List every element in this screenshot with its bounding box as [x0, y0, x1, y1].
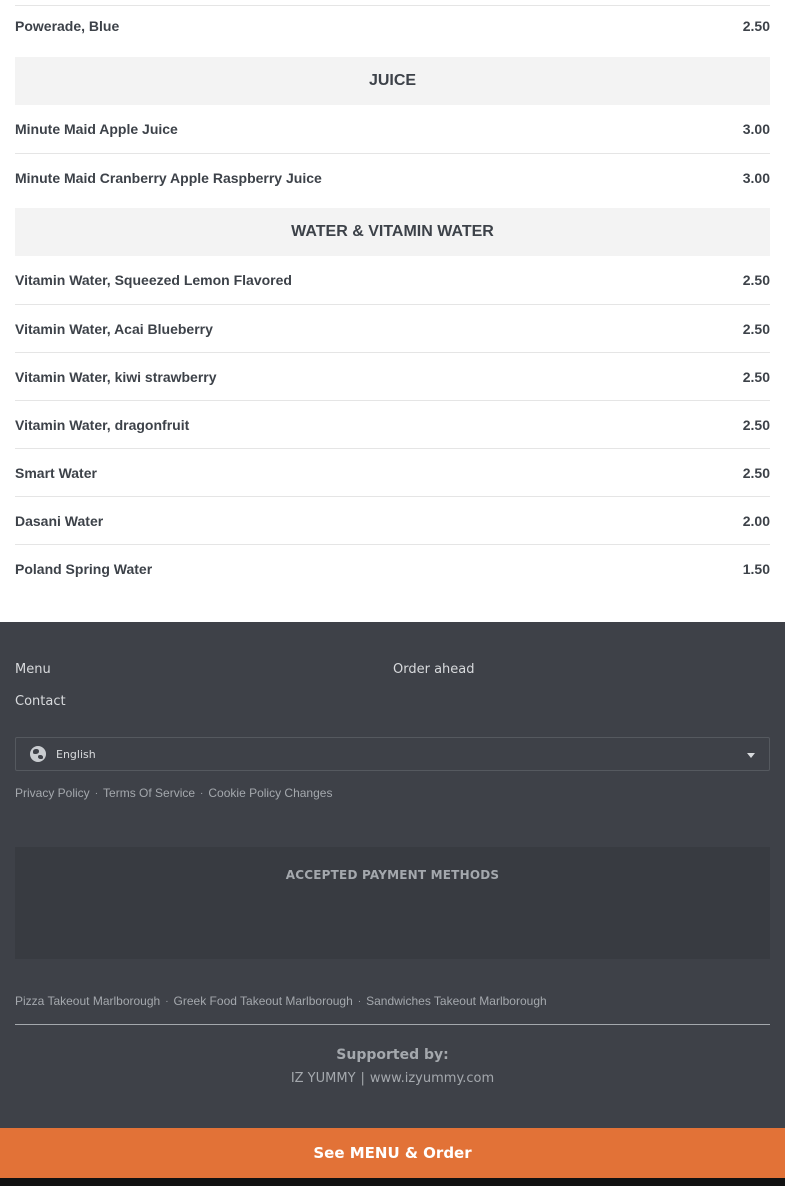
item-name: Vitamin Water, Acai Blueberry [15, 320, 213, 337]
item-price: 2.50 [742, 18, 770, 34]
cookie-policy-link[interactable]: Cookie Policy Changes [208, 786, 332, 800]
item-price: 3.00 [742, 121, 770, 137]
menu-item[interactable]: Poland Spring Water 1.50 [15, 544, 770, 592]
footer-divider [15, 1024, 770, 1025]
section-header-juice: JUICE [15, 57, 770, 105]
separator: · [165, 995, 169, 1007]
cta-label: See MENU & Order [313, 1144, 472, 1162]
payment-methods-title: ACCEPTED PAYMENT METHODS [285, 868, 500, 882]
footer-link-menu[interactable]: Menu [15, 662, 51, 677]
menu-item[interactable]: Vitamin Water, Squeezed Lemon Flavored 2… [15, 256, 770, 304]
supported-by-line: IZ YUMMY | www.izyummy.com [0, 1071, 785, 1086]
item-name: Vitamin Water, dragonfruit [15, 416, 190, 433]
separator: · [200, 787, 204, 799]
terms-of-service-link[interactable]: Terms Of Service [103, 786, 195, 800]
item-price: 2.50 [742, 272, 770, 288]
bottom-bar [0, 1178, 785, 1186]
item-price: 2.00 [742, 512, 770, 529]
supporter-url-link[interactable]: www.izyummy.com [370, 1071, 494, 1086]
menu-item[interactable]: Dasani Water 2.00 [15, 496, 770, 544]
globe-icon [30, 746, 46, 762]
legal-links: Privacy Policy · Terms Of Service · Cook… [15, 786, 332, 800]
menu-item[interactable]: Minute Maid Apple Juice 3.00 [15, 105, 770, 153]
item-price: 2.50 [742, 464, 770, 481]
footer-link-contact[interactable]: Contact [15, 694, 66, 709]
menu-item[interactable]: Vitamin Water, Acai Blueberry 2.50 [15, 304, 770, 352]
supporter-name-link[interactable]: IZ YUMMY [291, 1071, 356, 1086]
caret-down-icon [747, 753, 755, 758]
menu-item[interactable]: Vitamin Water, kiwi strawberry 2.50 [15, 352, 770, 400]
language-label: English [56, 747, 96, 761]
seo-link[interactable]: Sandwiches Takeout Marlborough [366, 994, 547, 1008]
language-select[interactable]: English [15, 737, 770, 771]
item-name: Vitamin Water, kiwi strawberry [15, 368, 217, 385]
payment-methods-panel: ACCEPTED PAYMENT METHODS [15, 847, 770, 959]
menu-item[interactable]: Vitamin Water, dragonfruit 2.50 [15, 400, 770, 448]
item-price: 2.50 [742, 320, 770, 337]
menu-item[interactable]: Smart Water 2.50 [15, 448, 770, 496]
seo-link[interactable]: Pizza Takeout Marlborough [15, 994, 160, 1008]
item-name: Powerade, Blue [15, 18, 120, 34]
site-footer: Menu Order ahead Contact English Privacy… [0, 622, 785, 1128]
seo-links: Pizza Takeout Marlborough · Greek Food T… [15, 994, 547, 1008]
item-price: 2.50 [742, 368, 770, 385]
seo-link[interactable]: Greek Food Takeout Marlborough [174, 994, 353, 1008]
privacy-policy-link[interactable]: Privacy Policy [15, 786, 90, 800]
menu-item[interactable]: Powerade, Blue 2.50 [15, 2, 770, 50]
item-name: Minute Maid Cranberry Apple Raspberry Ju… [15, 169, 322, 186]
separator: · [357, 995, 362, 1007]
see-menu-order-button[interactable]: See MENU & Order [0, 1128, 785, 1178]
item-price: 1.50 [742, 560, 770, 577]
section-title: JUICE [368, 72, 417, 89]
menu-item[interactable]: Minute Maid Cranberry Apple Raspberry Ju… [15, 153, 770, 201]
section-header-water: WATER & VITAMIN WATER [15, 208, 770, 256]
item-name: Minute Maid Apple Juice [15, 121, 178, 137]
item-name: Dasani Water [15, 512, 104, 529]
item-price: 3.00 [742, 169, 770, 186]
item-name: Poland Spring Water [15, 560, 153, 577]
supported-by-title: Supported by: [336, 1047, 449, 1063]
item-price: 2.50 [742, 416, 770, 433]
footer-link-order-ahead[interactable]: Order ahead [393, 662, 475, 677]
item-name: Vitamin Water, Squeezed Lemon Flavored [15, 272, 292, 288]
separator: | [360, 1071, 365, 1086]
separator: · [94, 787, 99, 799]
section-title: WATER & VITAMIN WATER [291, 223, 494, 240]
item-name: Smart Water [15, 464, 97, 481]
